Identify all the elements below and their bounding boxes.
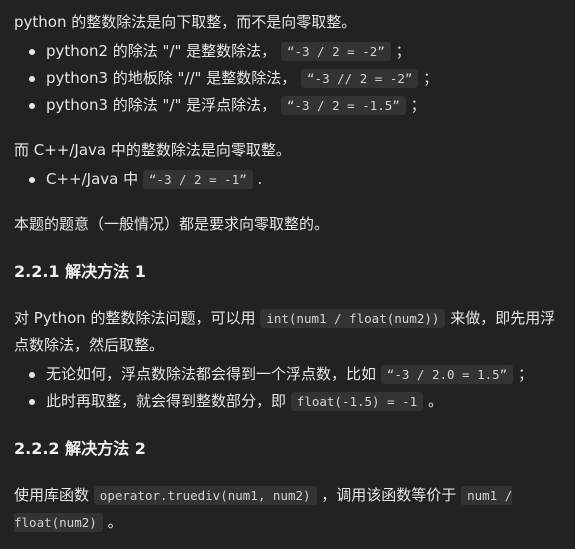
- inline-code: “-3 / 2 = -1”: [142, 170, 253, 189]
- method-2-paragraph: 使用库函数 operator.truediv(num1, num2) ，调用该函…: [14, 486, 513, 532]
- method-1-paragraph: 对 Python 的整数除法问题，可以用 int(num1 / float(nu…: [14, 309, 556, 354]
- list-item: python3 的地板除 "//" 是整数除法， “-3 // 2 = -2” …: [14, 65, 559, 92]
- method-1-list: 无论如何，浮点数除法都会得到一个浮点数，比如 “-3 / 2.0 = 1.5” …: [14, 361, 559, 415]
- list-item: 此时再取整，就会得到整数部分，即 float(-1.5) = -1 。: [14, 388, 559, 415]
- inline-code: “-3 // 2 = -2”: [301, 69, 419, 88]
- inline-code: float(-1.5) = -1: [290, 392, 424, 411]
- section-heading-method-2: 2.2.2 解决方法 2: [14, 439, 146, 458]
- inline-code: operator.truediv(num1, num2): [93, 486, 317, 505]
- python-division-list: python2 的除法 "/" 是整数除法， “-3 / 2 = -2” ； p…: [14, 38, 559, 119]
- article-content: python 的整数除法是向下取整，而不是向零取整。 python2 的除法 "…: [0, 0, 575, 549]
- cpp-division-list: C++/Java 中 “-3 / 2 = -1” .: [14, 166, 559, 193]
- list-item: python3 的除法 "/" 是浮点除法， “-3 / 2 = -1.5” ；: [14, 92, 559, 119]
- inline-code: “-3 / 2 = -1.5”: [280, 96, 406, 115]
- cpp-paragraph: 而 C++/Java 中的整数除法是向零取整。: [14, 141, 291, 159]
- list-item: C++/Java 中 “-3 / 2 = -1” .: [14, 166, 559, 193]
- section-heading-method-1: 2.2.1 解决方法 1: [14, 262, 146, 281]
- list-item: 无论如何，浮点数除法都会得到一个浮点数，比如 “-3 / 2.0 = 1.5” …: [14, 361, 559, 388]
- inline-code: int(num1 / float(num2)): [260, 309, 446, 328]
- inline-code: “-3 / 2 = -2”: [280, 42, 391, 61]
- intro-paragraph: python 的整数除法是向下取整，而不是向零取整。: [14, 13, 357, 31]
- inline-code: “-3 / 2.0 = 1.5”: [380, 365, 514, 384]
- list-item: python2 的除法 "/" 是整数除法， “-3 / 2 = -2” ；: [14, 38, 559, 65]
- summary-paragraph: 本题的题意（一般情况）都是要求向零取整的。: [14, 215, 330, 233]
